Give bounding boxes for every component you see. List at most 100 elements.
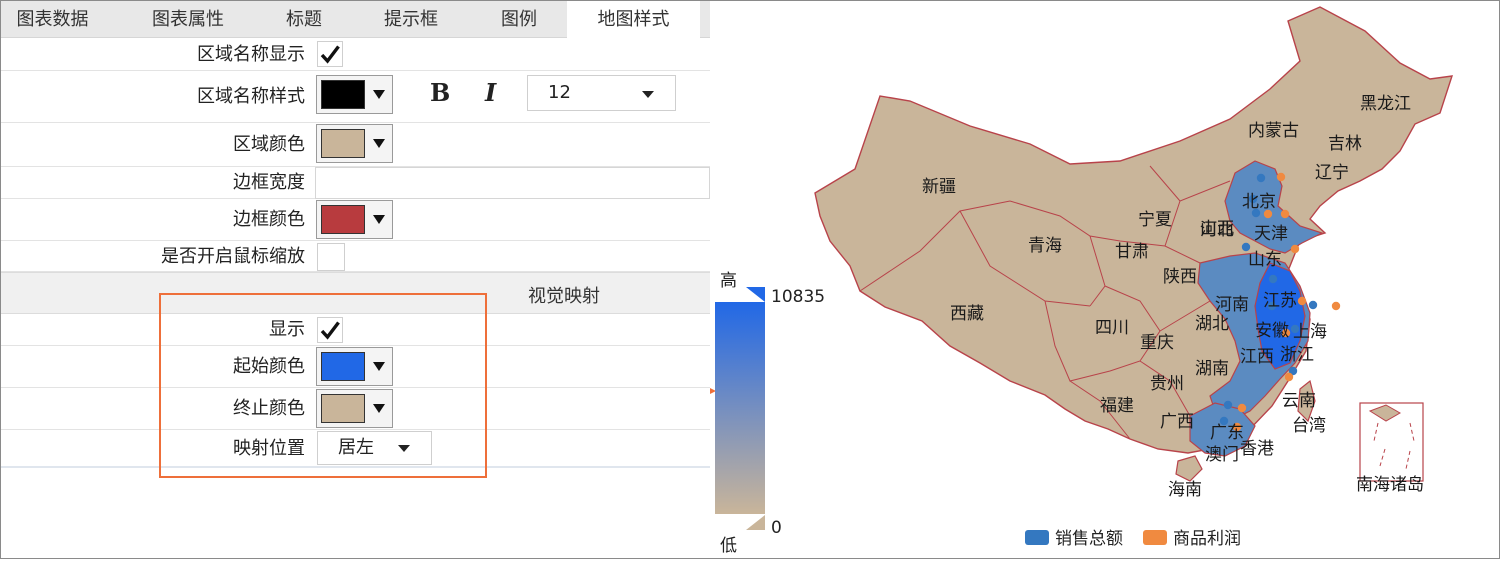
visual-map-low-label: 低 <box>720 536 737 556</box>
region-name-show-label: 区域名称显示 <box>197 44 305 65</box>
region-label: 重庆 <box>1140 333 1174 353</box>
region-label: 贵州 <box>1150 374 1184 394</box>
region-label: 吉林 <box>1328 134 1362 154</box>
profit-point[interactable] <box>1276 172 1286 182</box>
region-label: 北京 <box>1242 192 1276 212</box>
region-label: 广西 <box>1160 412 1194 432</box>
region-label: 甘肃 <box>1115 242 1149 262</box>
panel-bottom-border <box>1 466 710 468</box>
region-label: 福建 <box>1100 396 1134 416</box>
border-width-input[interactable] <box>315 167 710 199</box>
visual-map-low-handle[interactable] <box>746 515 765 530</box>
region-label: 上海 <box>1293 322 1327 342</box>
map-position-label: 映射位置 <box>233 438 305 459</box>
region-label: 江苏 <box>1263 291 1297 311</box>
region-label: 青海 <box>1028 236 1062 256</box>
profit-point[interactable] <box>1290 244 1300 254</box>
font-size-select[interactable]: 12 <box>527 75 676 111</box>
row-region-color: 区域颜色 <box>1 123 710 167</box>
profit-point[interactable] <box>1284 372 1294 382</box>
map-position-select[interactable]: 居左 <box>317 431 432 465</box>
visual-map-section-title: 视觉映射 <box>528 286 600 307</box>
region-label: 广东 <box>1210 423 1244 443</box>
region-label: 山西 <box>1200 219 1234 239</box>
legend-swatch-orange <box>1143 530 1167 545</box>
tab-tooltip[interactable]: 提示框 <box>371 1 451 38</box>
chevron-down-icon <box>642 91 654 98</box>
profit-point[interactable] <box>1280 209 1290 219</box>
row-end-color: 终止颜色 <box>1 388 710 430</box>
border-color-picker[interactable] <box>316 200 393 239</box>
sales-point[interactable] <box>1308 300 1318 310</box>
sales-point[interactable] <box>1268 274 1278 284</box>
tab-title[interactable]: 标题 <box>266 1 342 38</box>
region-label: 西藏 <box>950 304 984 324</box>
china-map-svg: 高 低 10835 0 黑龙江内蒙古吉林辽宁新疆北京宁夏天津河北山西青海 甘肃 山东 <box>485 6 1454 556</box>
region-name-show-checkbox[interactable] <box>317 41 343 67</box>
legend-item-profit[interactable]: 商品利润 <box>1143 524 1241 549</box>
mouse-zoom-checkbox[interactable] <box>317 243 345 271</box>
region-label: 澳门 <box>1205 445 1239 465</box>
sales-point[interactable] <box>1223 400 1233 410</box>
dropdown-arrow-icon <box>373 90 385 99</box>
bold-button[interactable]: B <box>430 78 450 107</box>
region-label: 河南 <box>1215 295 1249 315</box>
tab-bar: 图表数据 图表属性 标题 提示框 图例 地图样式 <box>1 1 710 39</box>
region-label: 四川 <box>1095 318 1129 338</box>
sales-point[interactable] <box>1256 173 1266 183</box>
region-label: 陕西 <box>1163 267 1197 287</box>
row-region-name-style: 区域名称样式 B I 12 <box>1 71 710 123</box>
color-swatch-red <box>321 205 365 234</box>
region-label: 天津 <box>1254 224 1288 244</box>
color-swatch-black <box>321 80 365 109</box>
row-map-position: 映射位置 居左 <box>1 430 710 467</box>
visual-map-show-label: 显示 <box>269 319 305 340</box>
italic-button[interactable]: I <box>485 78 496 107</box>
region-name-color-picker[interactable] <box>316 75 393 114</box>
tab-legend[interactable]: 图例 <box>484 1 554 38</box>
visual-map-show-checkbox[interactable] <box>317 317 343 343</box>
profit-point[interactable] <box>1297 296 1307 306</box>
row-mouse-zoom: 是否开启鼠标缩放 <box>1 241 710 272</box>
font-size-value: 12 <box>548 82 571 103</box>
legend-label-sales: 销售总额 <box>1055 529 1123 549</box>
profit-point[interactable] <box>1237 403 1247 413</box>
visual-map-min-value: 0 <box>771 518 782 538</box>
visual-map-gradient <box>715 302 765 514</box>
profit-point[interactable] <box>1331 301 1341 311</box>
region-label: 新疆 <box>922 177 956 197</box>
dropdown-arrow-icon <box>373 404 385 413</box>
south-china-sea-inset[interactable] <box>1359 402 1424 482</box>
start-color-label: 起始颜色 <box>233 356 305 377</box>
region-label: 内蒙古 <box>1248 121 1299 141</box>
region-color-picker[interactable] <box>316 124 393 163</box>
region-label: 香港 <box>1240 439 1274 459</box>
end-color-picker[interactable] <box>316 389 393 428</box>
start-color-picker[interactable] <box>316 347 393 386</box>
visual-map-section-header: 视觉映射 <box>1 272 710 314</box>
mainland-region[interactable] <box>814 6 1454 454</box>
legend-item-sales[interactable]: 销售总额 <box>1025 524 1123 549</box>
map-preview: 高 低 10835 0 黑龙江 内蒙古 吉林 辽宁 新疆 北京 宁夏 天津 河北 山西 青海 甘肃 山东 <box>485 1 1499 558</box>
checkmark-icon <box>320 45 340 64</box>
region-name-style-label: 区域名称样式 <box>197 86 305 107</box>
visual-map-max-value: 10835 <box>771 287 825 307</box>
tab-map-style[interactable]: 地图样式 <box>567 1 700 39</box>
border-color-label: 边框颜色 <box>233 209 305 230</box>
region-label: 云南 <box>1282 391 1316 411</box>
legend-swatch-blue <box>1025 530 1049 545</box>
region-color-label: 区域颜色 <box>233 134 305 155</box>
tab-chart-data[interactable]: 图表数据 <box>1 1 104 38</box>
row-border-color: 边框颜色 <box>1 199 710 241</box>
row-region-name-show: 区域名称显示 <box>1 38 710 71</box>
checkmark-icon <box>320 321 340 340</box>
region-label: 宁夏 <box>1138 210 1172 230</box>
hainan-island[interactable] <box>1175 455 1203 482</box>
visual-map-high-label: 高 <box>720 271 737 291</box>
visual-map-high-handle[interactable] <box>746 287 765 302</box>
settings-panel: 图表数据 图表属性 标题 提示框 图例 地图样式 区域名称显示 区域名称样式 B… <box>1 1 710 558</box>
tab-chart-properties[interactable]: 图表属性 <box>138 1 238 38</box>
region-label: 江西 <box>1240 347 1274 367</box>
region-label: 南海诸岛 <box>1356 475 1424 495</box>
region-label: 安徽 <box>1255 321 1289 341</box>
